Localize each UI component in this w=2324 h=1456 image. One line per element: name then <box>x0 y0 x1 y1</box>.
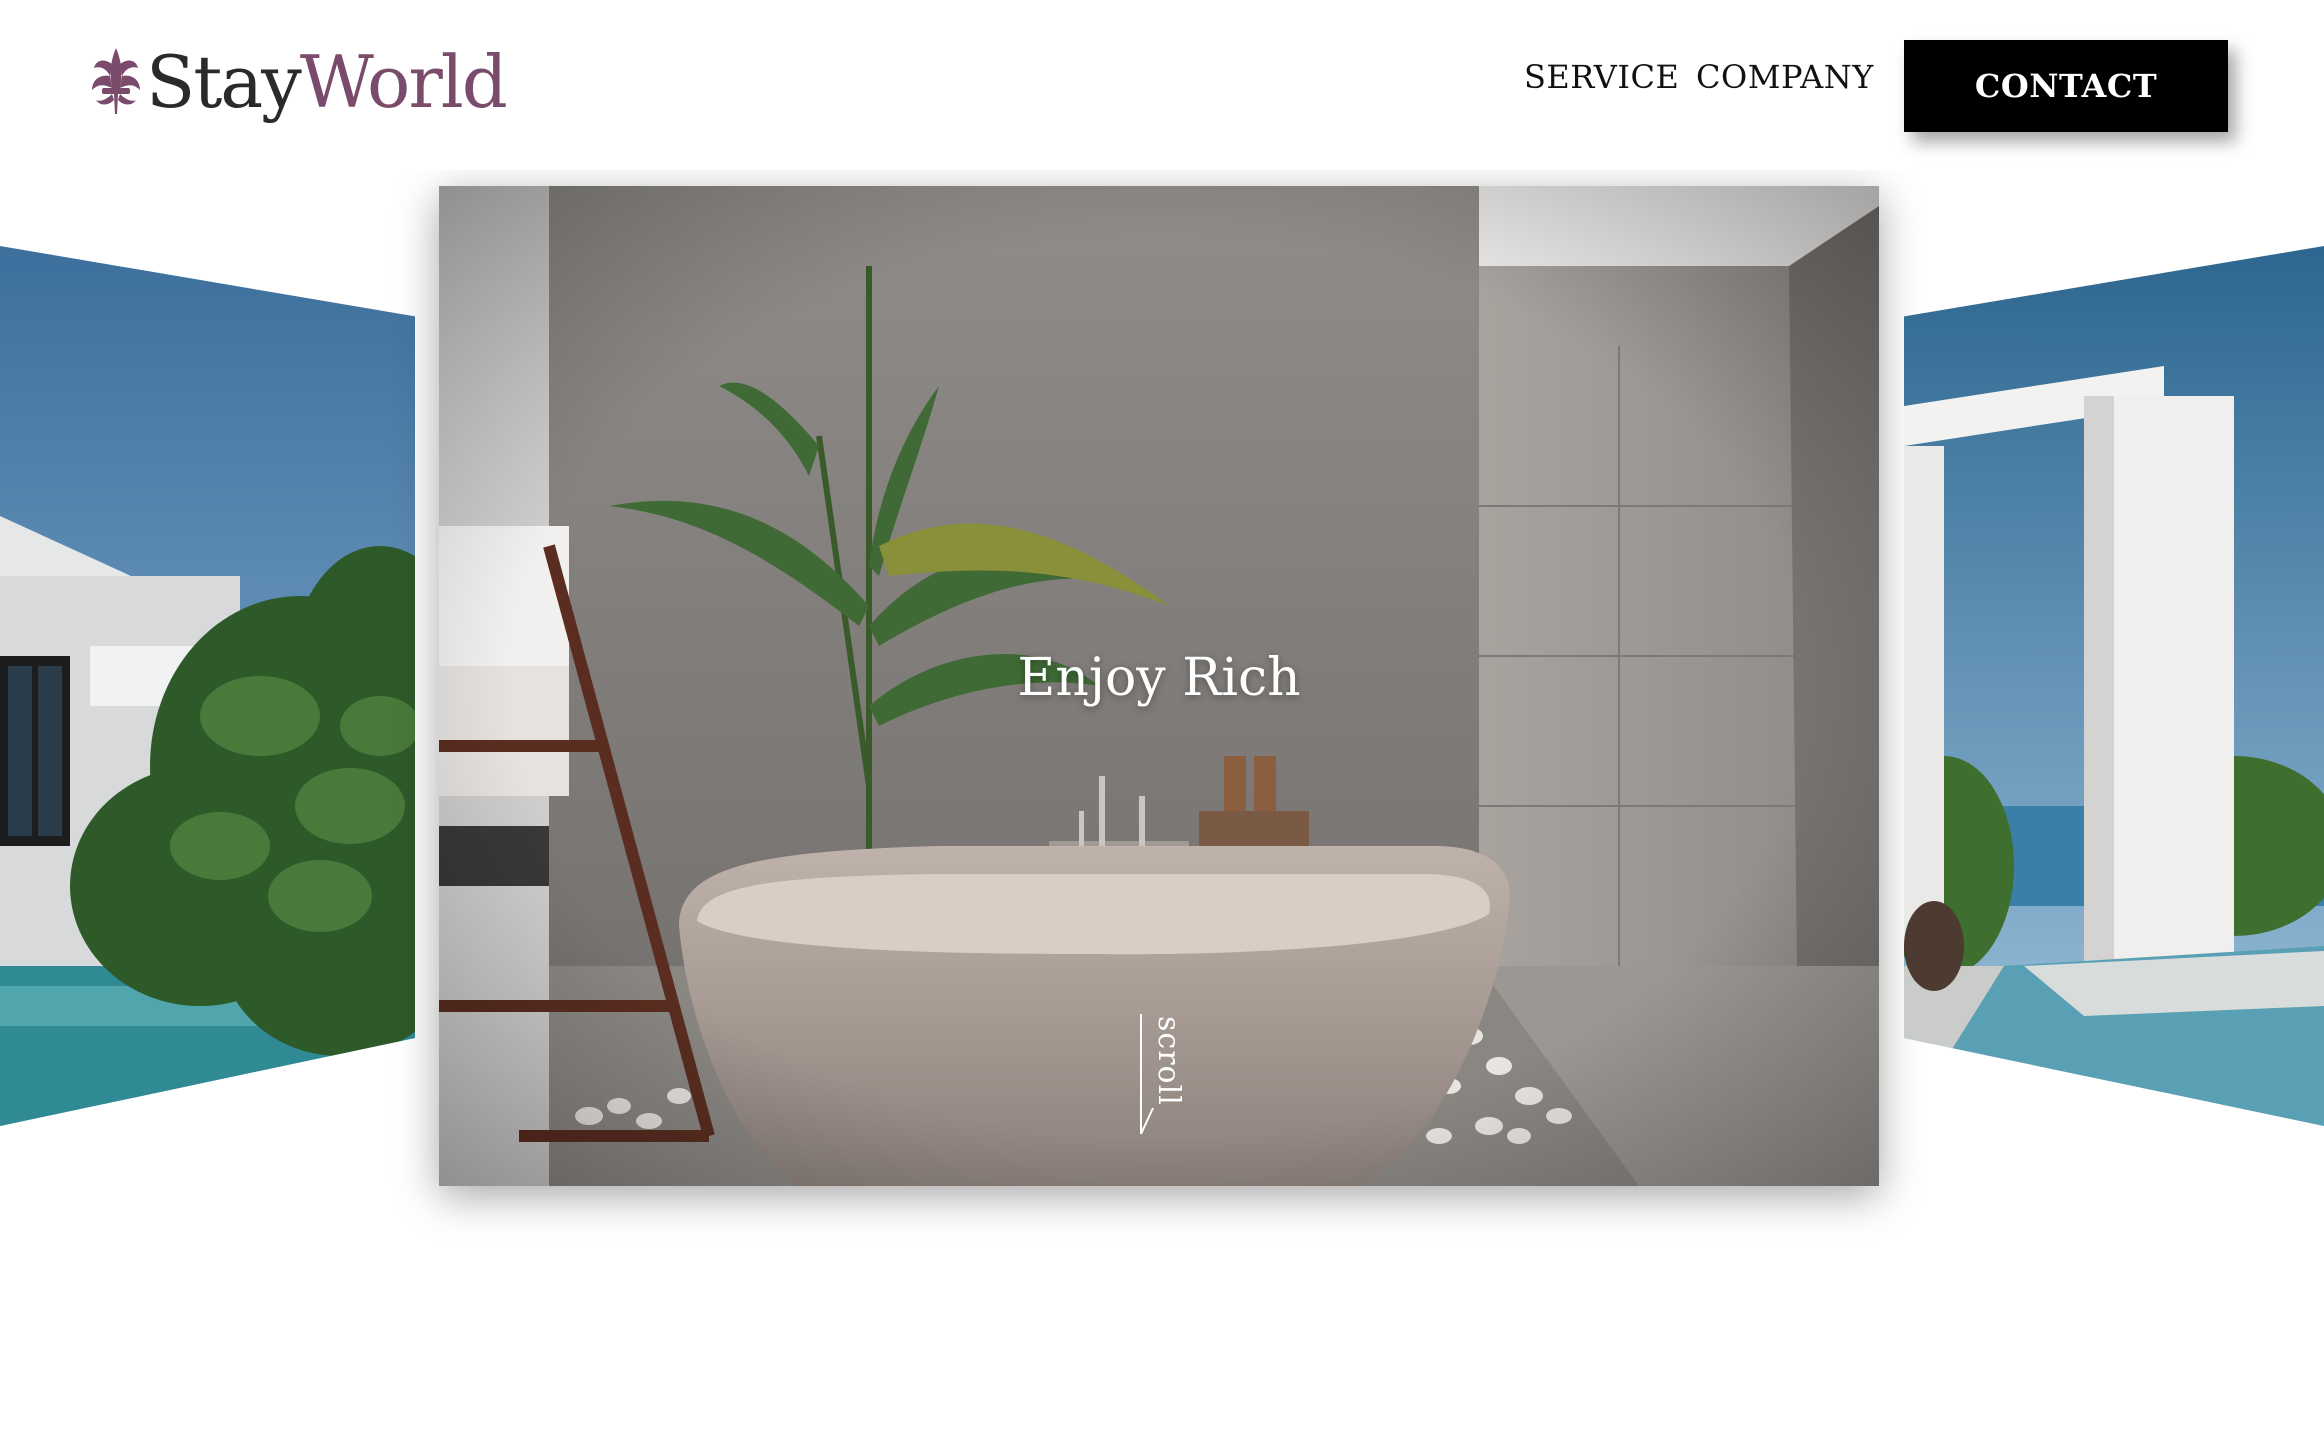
fleur-de-lis-icon <box>92 48 140 114</box>
pool-villa-image <box>1904 246 2324 1126</box>
carousel-slide-previous[interactable] <box>0 246 415 1126</box>
hero-carousel: Enjoy Rich scroll <box>0 186 2324 1186</box>
nav-link-company[interactable]: COMPANY <box>1696 58 1874 96</box>
brand-name-stay: Stay <box>146 40 302 124</box>
scroll-indicator[interactable]: scroll <box>1137 1010 1197 1140</box>
scroll-label: scroll <box>1151 1016 1186 1106</box>
brand-name: StayWorld <box>146 46 508 118</box>
villa-exterior-image <box>0 246 415 1126</box>
hero-title: Enjoy Rich <box>1017 648 1301 708</box>
carousel-slide-current[interactable]: Enjoy Rich scroll <box>439 186 1879 1186</box>
main-nav: SERVICE COMPANY CONTACT <box>1424 40 2324 132</box>
site-header: StayWorld SERVICE COMPANY CONTACT <box>0 0 2324 170</box>
carousel-slide-next[interactable] <box>1904 246 2324 1126</box>
brand-name-world: World <box>299 40 508 124</box>
logo[interactable]: StayWorld <box>88 34 508 130</box>
nav-link-service[interactable]: SERVICE <box>1524 58 1679 96</box>
contact-button[interactable]: CONTACT <box>1904 40 2228 132</box>
